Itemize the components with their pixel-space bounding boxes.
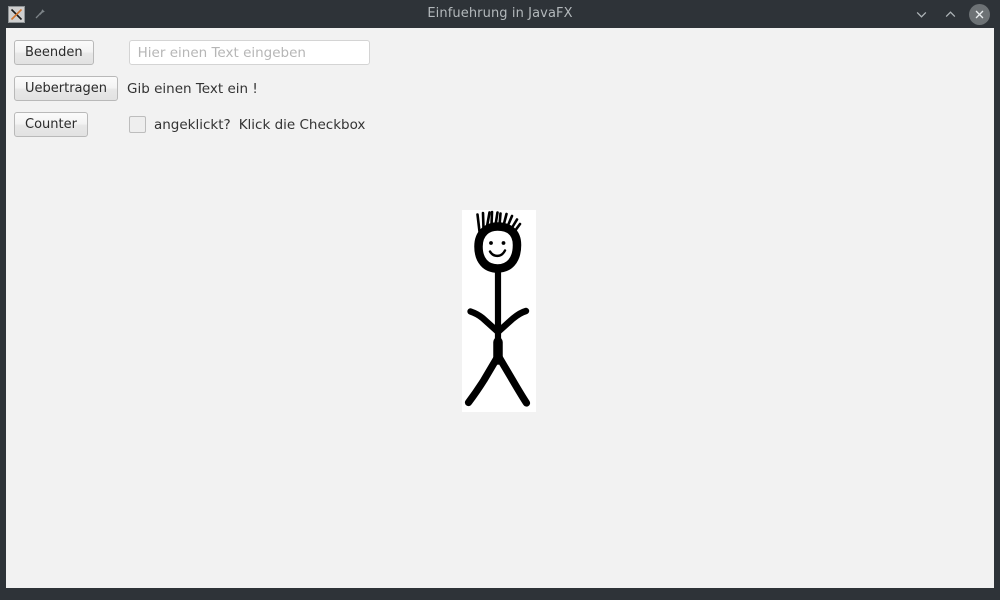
pin-icon[interactable] bbox=[32, 6, 48, 22]
row-counter-and-checkbox: Counter angeklickt? Klick die Checkbox bbox=[14, 112, 365, 137]
window-controls bbox=[911, 0, 990, 28]
minimize-button[interactable] bbox=[911, 4, 931, 24]
row-transfer: Uebertragen Gib einen Text ein ! bbox=[14, 76, 258, 101]
pin-glyph-icon bbox=[35, 9, 45, 19]
x-window-app-icon[interactable] bbox=[8, 5, 25, 23]
application-window: Einfuehrung in JavaFX Beenden Hier einen… bbox=[0, 0, 1000, 600]
row-quit-and-input: Beenden bbox=[14, 40, 370, 65]
maximize-button[interactable] bbox=[940, 4, 960, 24]
checkbox-hint-label: Klick die Checkbox bbox=[238, 116, 366, 133]
transfer-button[interactable]: Uebertragen bbox=[14, 76, 119, 101]
stick-figure-drawing bbox=[464, 210, 531, 407]
clicked-checkbox[interactable] bbox=[128, 116, 146, 133]
title-bar[interactable]: Einfuehrung in JavaFX bbox=[0, 0, 1000, 28]
close-icon bbox=[975, 10, 984, 18]
window-title: Einfuehrung in JavaFX bbox=[427, 6, 573, 21]
checkbox-state-label: angeklickt? bbox=[153, 116, 231, 133]
transfer-label: Gib einen Text ein ! bbox=[127, 80, 258, 97]
stick-figure-image-panel bbox=[462, 210, 536, 412]
chevron-up-icon bbox=[945, 10, 955, 17]
quit-button[interactable]: Beenden bbox=[14, 40, 94, 65]
text-input[interactable] bbox=[128, 40, 370, 65]
client-area: Beenden Uebertragen Gib einen Text ein !… bbox=[6, 28, 994, 588]
x-logo-icon bbox=[10, 8, 23, 20]
counter-button[interactable]: Counter bbox=[14, 112, 88, 137]
title-bar-left-controls bbox=[8, 0, 48, 28]
close-button[interactable] bbox=[969, 3, 990, 25]
chevron-down-icon bbox=[916, 11, 926, 18]
